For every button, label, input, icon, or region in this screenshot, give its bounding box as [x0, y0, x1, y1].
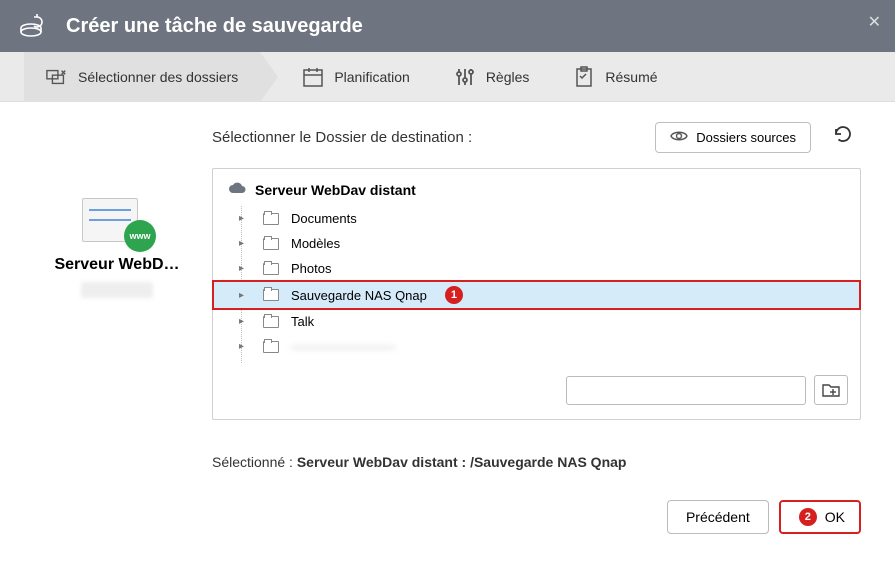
- folder-icon: [263, 316, 279, 328]
- tree-root[interactable]: Serveur WebDav distant: [213, 169, 860, 206]
- annotation-badge-1: 1: [445, 286, 463, 304]
- refresh-icon[interactable]: [825, 120, 861, 154]
- selected-prefix: Sélectionné :: [212, 454, 297, 470]
- step-label: Règles: [486, 69, 530, 85]
- step-summary[interactable]: Résumé: [551, 52, 679, 102]
- folder-tree: Serveur WebDav distant ▸ Documents ▸ Modèl…: [212, 168, 861, 420]
- create-folder-button[interactable]: [814, 375, 848, 405]
- close-icon[interactable]: ✕: [868, 12, 881, 32]
- folder-label: Sauvegarde NAS Qnap: [291, 288, 427, 303]
- dialog-title: Créer une tâche de sauvegarde: [66, 15, 363, 38]
- chevron-right-icon: ▸: [239, 263, 249, 274]
- chevron-right-icon: ▸: [239, 213, 249, 224]
- step-label: Planification: [334, 69, 410, 85]
- button-label: OK: [825, 509, 845, 525]
- eye-icon: [670, 130, 688, 145]
- chevron-right-icon: ▸: [239, 341, 249, 352]
- selected-path-row: Sélectionné : Serveur WebDav distant : /…: [212, 454, 861, 470]
- cloud-icon: [227, 181, 247, 198]
- folder-label: Photos: [291, 261, 331, 276]
- webdav-server-icon: www: [82, 198, 152, 246]
- new-folder-input[interactable]: [566, 376, 806, 405]
- step-label: Sélectionner des dossiers: [78, 69, 238, 85]
- tree-item-photos[interactable]: ▸ Photos: [213, 256, 860, 281]
- folder-label: Modèles: [291, 236, 340, 251]
- dialog-header: Créer une tâche de sauvegarde ✕: [0, 0, 895, 52]
- step-label: Résumé: [605, 69, 657, 85]
- annotation-badge-2: 2: [799, 508, 817, 526]
- sliders-icon: [454, 66, 476, 88]
- ok-button[interactable]: 2 OK: [779, 500, 861, 534]
- folder-label: Documents: [291, 211, 357, 226]
- dialog-footer: Précédent 2 OK: [0, 482, 895, 534]
- backup-header-icon: [16, 10, 48, 42]
- wizard-steps: Sélectionner des dossiers Planification …: [0, 52, 895, 102]
- source-folders-button[interactable]: Dossiers sources: [655, 122, 811, 153]
- tree-item-documents[interactable]: ▸ Documents: [213, 206, 860, 231]
- folder-label: Talk: [291, 314, 314, 329]
- step-select-folders[interactable]: Sélectionner des dossiers: [24, 52, 260, 102]
- folder-icon: [263, 289, 279, 301]
- tree-item-blurred[interactable]: ▸ ————————: [213, 334, 860, 359]
- selected-path: Serveur WebDav distant : /Sauvegarde NAS…: [297, 454, 627, 470]
- previous-button[interactable]: Précédent: [667, 500, 769, 534]
- tree-item-sauvegarde[interactable]: ▸ Sauvegarde NAS Qnap 1: [213, 281, 860, 309]
- folder-icon: [263, 213, 279, 225]
- tree-root-label: Serveur WebDav distant: [255, 182, 416, 198]
- server-name: Serveur WebD…: [34, 256, 200, 274]
- chevron-right-icon: ▸: [239, 238, 249, 249]
- calendar-icon: [302, 66, 324, 88]
- select-destination-label: Sélectionner le Dossier de destination :: [212, 129, 472, 146]
- tree-item-modeles[interactable]: ▸ Modèles: [213, 231, 860, 256]
- checklist-icon: [573, 66, 595, 88]
- button-label: Dossiers sources: [696, 130, 796, 145]
- step-schedule[interactable]: Planification: [280, 52, 432, 102]
- folder-icon: [263, 341, 279, 353]
- destination-server-panel: www Serveur WebD…: [34, 120, 200, 470]
- chevron-right-icon: ▸: [239, 290, 249, 301]
- folders-icon: [46, 66, 68, 88]
- chevron-right-icon: ▸: [239, 316, 249, 327]
- server-subtitle-blurred: [81, 282, 153, 298]
- folder-icon: [263, 238, 279, 250]
- globe-icon: www: [124, 220, 156, 252]
- step-rules[interactable]: Règles: [432, 52, 552, 102]
- folder-icon: [263, 263, 279, 275]
- folder-label: ————————: [291, 339, 395, 354]
- tree-item-talk[interactable]: ▸ Talk: [213, 309, 860, 334]
